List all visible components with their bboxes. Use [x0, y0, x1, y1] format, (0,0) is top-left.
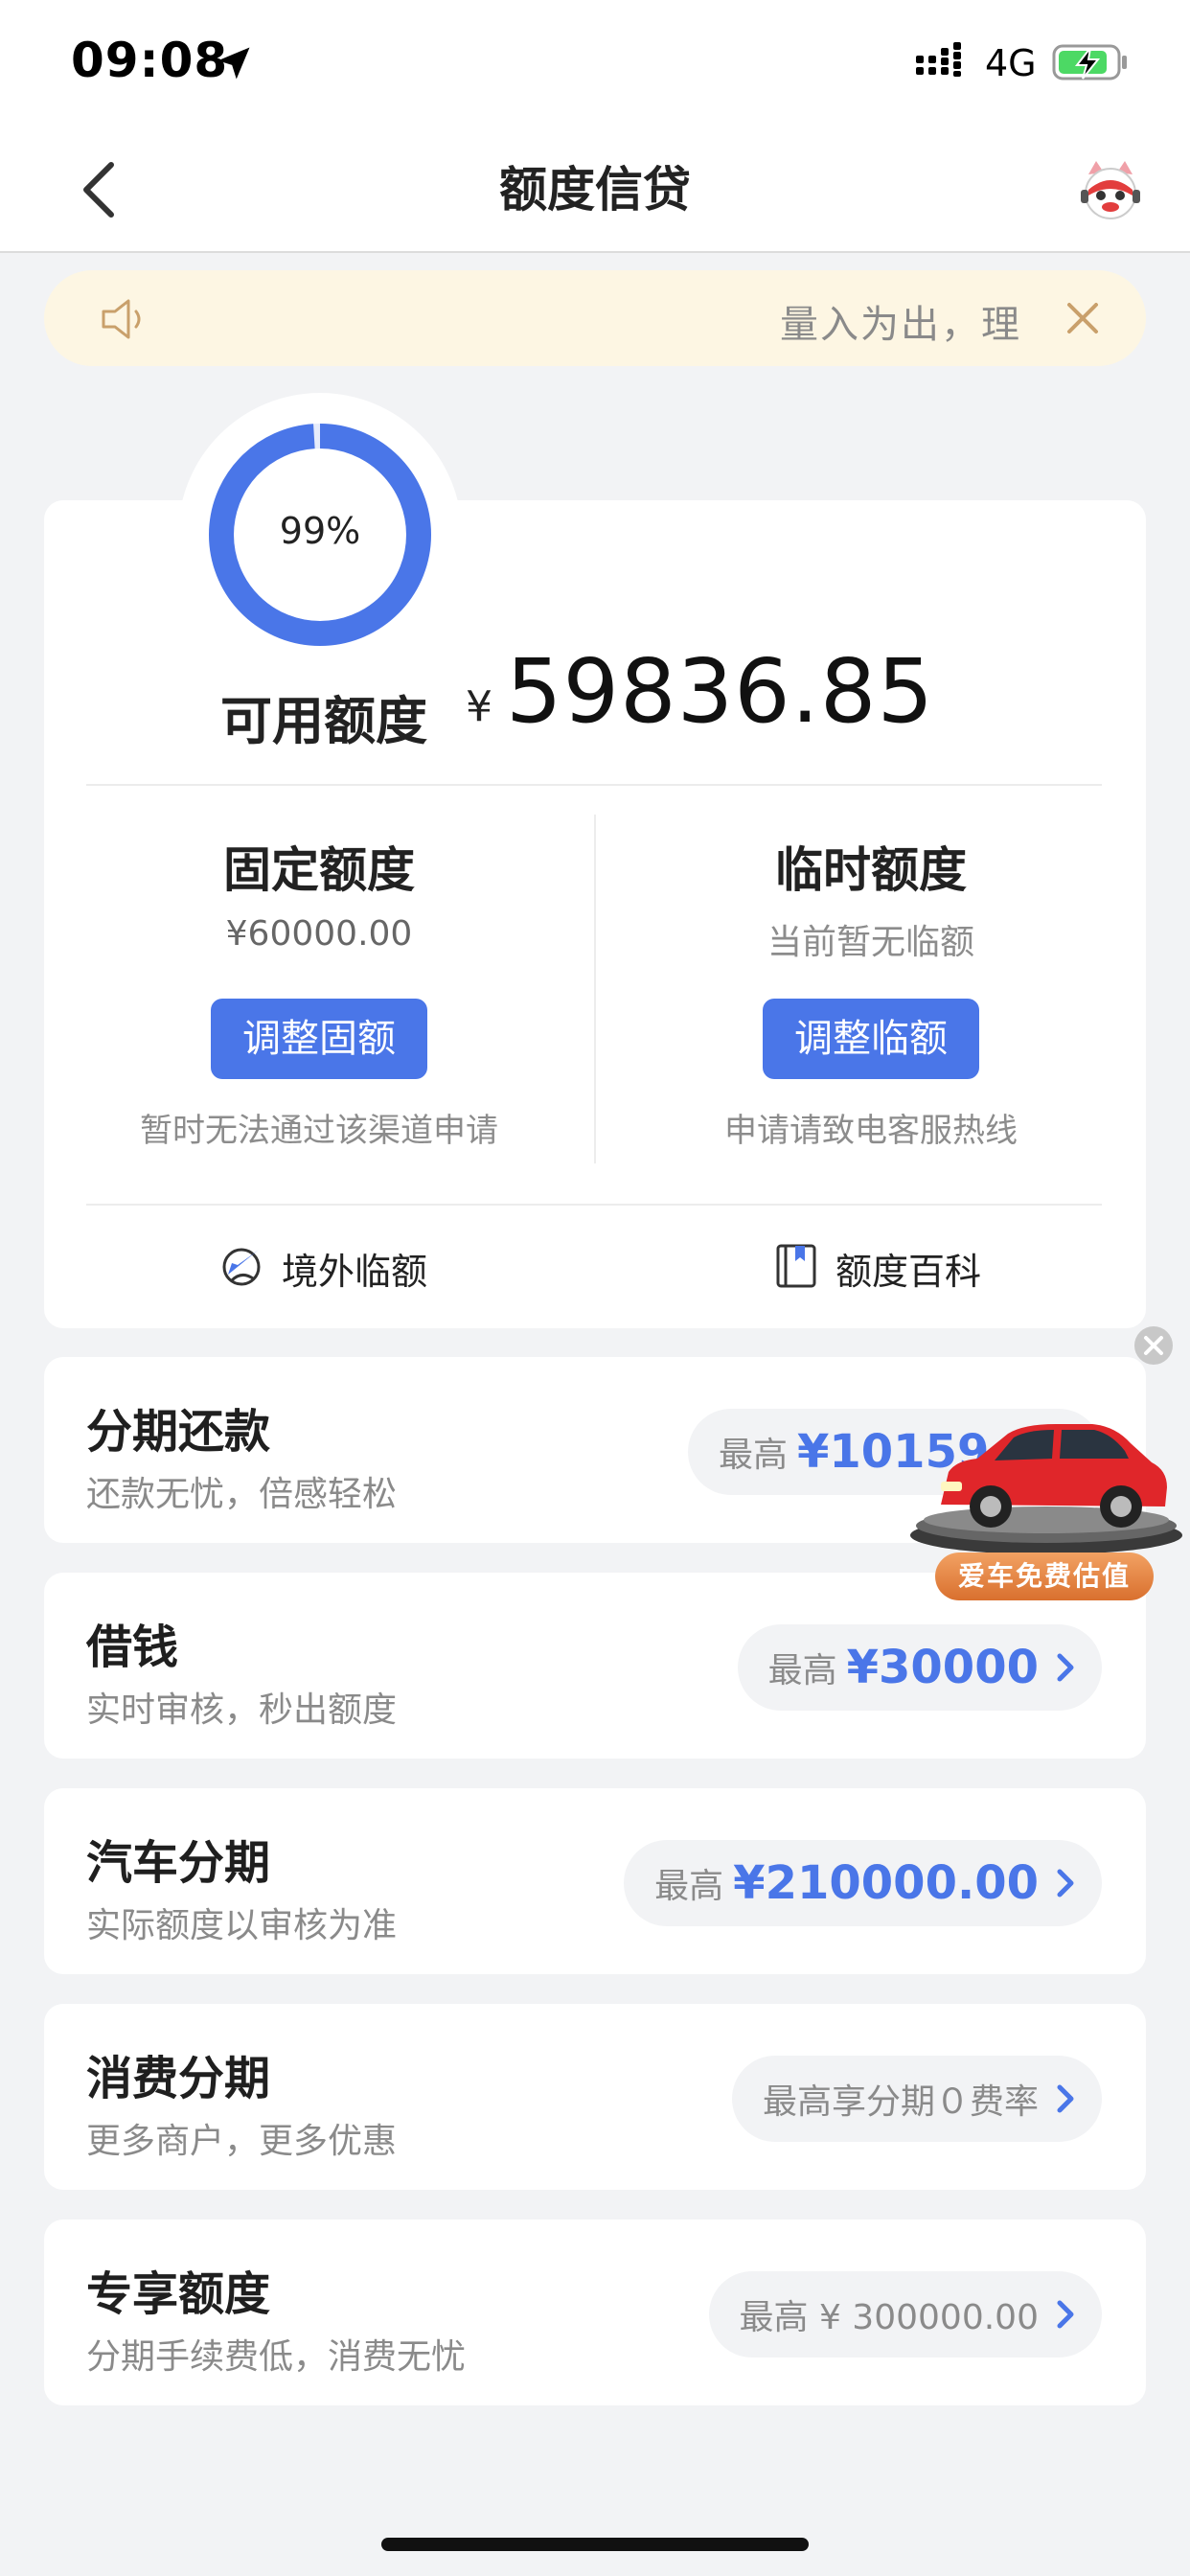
limit-amount: ¥210000.00: [733, 1856, 1039, 1910]
network-label: 4G: [985, 42, 1037, 84]
status-time: 09:08: [71, 33, 229, 88]
limit-amount: 最高享分期０费率: [762, 2082, 1039, 2122]
product-title: 汽车分期: [86, 1836, 271, 1890]
product-limit-pill[interactable]: 最高 ¥30000: [737, 1624, 1102, 1711]
product-title: 消费分期: [86, 2052, 271, 2105]
battery-charging-icon: [1052, 44, 1127, 80]
limit-amount: ¥30000: [846, 1641, 1039, 1694]
chevron-right-icon: [1057, 1869, 1074, 1898]
limit-amount: 最高 ¥ 300000.00: [739, 2298, 1039, 2337]
temporary-credit-section: 临时额度 当前暂无临额 调整临额 申请请致电客服热线: [636, 832, 1106, 1151]
limit-prefix: 最高: [654, 1867, 724, 1906]
close-icon[interactable]: [1062, 297, 1104, 339]
product-limit-pill[interactable]: 最高享分期０费率: [731, 2056, 1102, 2142]
adjust-fixed-button[interactable]: 调整固额: [211, 999, 427, 1079]
link-label: 额度百科: [835, 1251, 982, 1293]
credit-page: 09:08 4G 额度信贷 量入为出，理 99% 可用额度 ¥ 59836.85…: [0, 0, 1190, 2576]
location-arrow-icon: [217, 47, 250, 80]
product-consumer-installment[interactable]: 消费分期 更多商户，更多优惠 最高享分期０费率: [44, 2004, 1146, 2190]
signal-icon: [916, 42, 961, 77]
chevron-right-icon: [1057, 2084, 1074, 2113]
divider: [86, 1204, 1102, 1206]
temporary-credit-value: 当前暂无临额: [767, 923, 974, 962]
usage-ring-label: 99%: [279, 510, 361, 552]
fixed-credit-note: 暂时无法通过该渠道申请: [140, 1112, 498, 1150]
book-icon: [776, 1244, 816, 1288]
product-subtitle: 更多商户，更多优惠: [86, 2122, 398, 2161]
product-subtitle: 实时审核，秒出额度: [86, 1690, 398, 1730]
product-subtitle: 还款无忧，倍感轻松: [86, 1475, 398, 1514]
status-bar: 09:08 4G: [0, 0, 1190, 126]
home-indicator: [381, 2538, 809, 2551]
product-borrow[interactable]: 借钱 实时审核，秒出额度 最高 ¥30000: [44, 1573, 1146, 1759]
fixed-credit-value: ¥60000.00: [225, 914, 413, 954]
temporary-credit-note: 申请请致电客服热线: [724, 1112, 1018, 1150]
product-subtitle: 分期手续费低，消费无忧: [86, 2337, 467, 2377]
product-car-installment[interactable]: 汽车分期 实际额度以审核为准 最高 ¥210000.00: [44, 1788, 1146, 1974]
available-credit-label: 可用额度: [220, 691, 427, 751]
nav-bar: 额度信贷: [0, 126, 1190, 253]
available-credit-amount: 59836.85: [506, 640, 934, 743]
divider: [594, 815, 596, 1163]
product-exclusive-credit[interactable]: 专享额度 分期手续费低，消费无忧 最高 ¥ 300000.00: [44, 2220, 1146, 2405]
ad-close-icon[interactable]: [1133, 1324, 1175, 1367]
car-illustration: [910, 1424, 1182, 1554]
notice-bar[interactable]: 量入为出，理: [44, 270, 1146, 366]
product-title: 借钱: [86, 1621, 179, 1674]
car-valuation-button[interactable]: 爱车免费估值: [935, 1552, 1154, 1600]
chevron-right-icon: [1057, 1653, 1074, 1682]
page-title: 额度信贷: [499, 162, 691, 218]
fixed-credit-section: 固定额度 ¥60000.00 调整固额 暂时无法通过该渠道申请: [84, 832, 554, 1151]
divider: [86, 784, 1102, 786]
chevron-right-icon: [1057, 2300, 1074, 2329]
car-valuation-ad[interactable]: 爱车免费估值: [903, 1399, 1190, 1600]
product-limit-pill[interactable]: 最高 ¥210000.00: [624, 1840, 1102, 1926]
usage-ring: 99%: [207, 422, 433, 648]
adjust-temporary-button[interactable]: 调整临额: [763, 999, 979, 1079]
product-title: 专享额度: [86, 2267, 271, 2321]
globe-plane-icon: [222, 1248, 261, 1286]
fixed-credit-title: 固定额度: [223, 842, 415, 898]
product-limit-pill[interactable]: 最高 ¥ 300000.00: [708, 2271, 1102, 2358]
speaker-icon: [102, 299, 141, 339]
product-title: 分期还款: [86, 1405, 271, 1459]
notice-text: 量入为出，理: [780, 303, 1021, 347]
available-currency: ¥: [466, 682, 492, 731]
temporary-credit-title: 临时额度: [775, 842, 967, 898]
limit-prefix: 最高: [718, 1436, 788, 1475]
link-label: 境外临额: [282, 1251, 428, 1293]
customer-service-mascot-icon[interactable]: [1077, 157, 1144, 224]
product-subtitle: 实际额度以审核为准: [86, 1906, 398, 1945]
limit-prefix: 最高: [767, 1651, 837, 1690]
